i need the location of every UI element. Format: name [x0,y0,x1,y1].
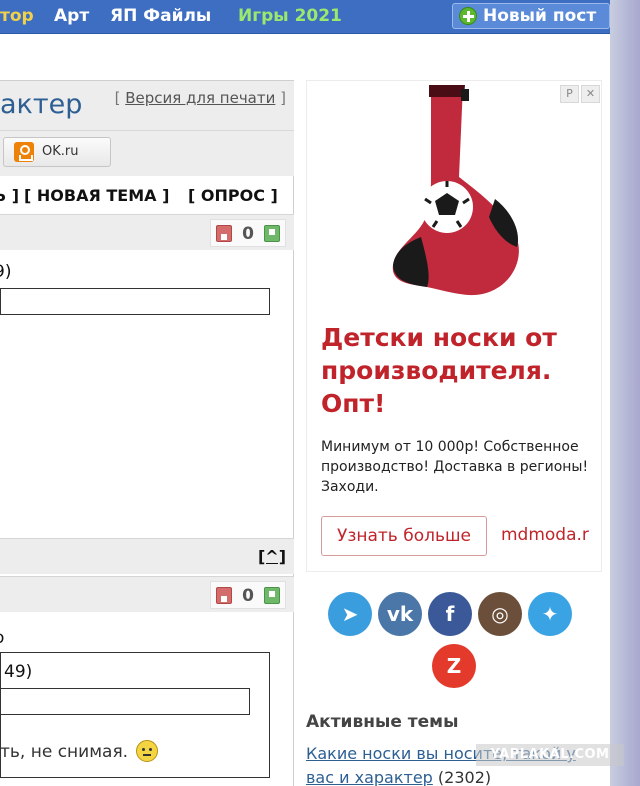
print-bracket-close: ] [280,89,286,107]
share-ok-button[interactable]: OK.ru [3,137,111,167]
ad-domain[interactable]: mdmoda.r [501,525,601,545]
ad-close-icon[interactable]: ✕ [581,85,600,103]
active-topics-title: Активные темы [306,712,459,732]
post-rating: 0 [210,219,286,247]
instagram-icon[interactable]: ◎ [478,592,522,636]
share-row: OK.ru [0,130,294,176]
inner-quote-box [0,688,250,715]
ad-learn-more-button[interactable]: Узнать больше [321,516,487,556]
sock-cuff [429,85,465,97]
top-nav-bar: тор Арт ЯП Файлы Игры 2021 Новый пост [0,0,610,34]
zen-icon[interactable]: Z [432,644,476,688]
reply-action[interactable]: Ь ] [0,178,19,214]
facebook-icon[interactable]: f [428,592,472,636]
share-ok-label: OK.ru [42,144,79,159]
twitter-icon[interactable]: ✦ [528,592,572,636]
post-header: 0 [0,576,294,612]
sock-label [461,89,469,101]
new-post-label: Новый пост [483,6,597,26]
topic-title: актер [0,89,83,120]
browser-gutter [610,0,640,786]
ad-image[interactable] [307,81,601,305]
smiley-icon [136,740,158,762]
active-topic-count: (2302) [437,768,492,786]
nav-link-games[interactable]: Игры 2021 [238,6,342,26]
quote-box [0,288,270,315]
ad-info-badge[interactable]: Р [560,85,579,103]
ad-block[interactable]: Р ✕ Детски носки от производителя. Опт! М… [306,80,602,572]
topic-actions: Ь ] [ НОВАЯ ТЕМА ] [ ОПРОС ] [0,178,294,214]
print-version: [ Версия для печати ] [115,89,286,107]
nav-link-files[interactable]: ЯП Файлы [110,6,211,26]
new-post-button[interactable]: Новый пост [452,3,610,29]
page-content: актер [ Версия для печати ] OK.ru Ь ] [ … [0,34,610,786]
topic-header: актер [ Версия для печати ] [0,80,294,130]
telegram-icon[interactable]: ➤ [328,592,372,636]
back-to-top-link[interactable]: [^] [258,547,286,566]
site-watermark: YAPLAKAL.COM [476,744,624,766]
sock-illustration [392,85,519,296]
post-rating: 0 [210,581,286,609]
ad-badges: Р ✕ [558,82,600,103]
topic-column: актер [ Версия для печати ] OK.ru Ь ] [ … [0,80,294,786]
ad-body: Минимум от 10 000р! Собственное производ… [321,439,589,495]
post-header: 0 [0,214,294,250]
poll-action[interactable]: [ ОПРОС ] [188,178,278,214]
thumb-up-icon[interactable] [264,225,280,242]
print-version-link[interactable]: Версия для печати [125,89,275,107]
ad-headline[interactable]: Детски носки от производителя. Опт! [321,321,597,420]
odnoklassniki-icon [14,142,34,162]
sidebar: Р ✕ Детски носки от производителя. Опт! М… [306,80,602,786]
post-meta: о [0,628,4,648]
social-share-row: ➤ vk f ◎ ✦ Z [326,592,586,692]
inner-quote-meta: 49) [4,662,33,682]
post-text: ть, не снимая. [0,742,129,762]
thumb-up-icon[interactable] [264,587,280,604]
nav-link-art[interactable]: Арт [54,6,89,26]
nav-link-editor[interactable]: тор [0,6,34,26]
back-to-top: [^] [258,547,286,566]
post-meta: 9) [0,262,12,282]
back-to-top-bar: [^] [0,538,294,574]
plus-icon [459,7,477,25]
vk-icon[interactable]: vk [378,592,422,636]
new-topic-action[interactable]: [ НОВАЯ ТЕМА ] [24,178,169,214]
print-bracket-open: [ [114,89,121,107]
